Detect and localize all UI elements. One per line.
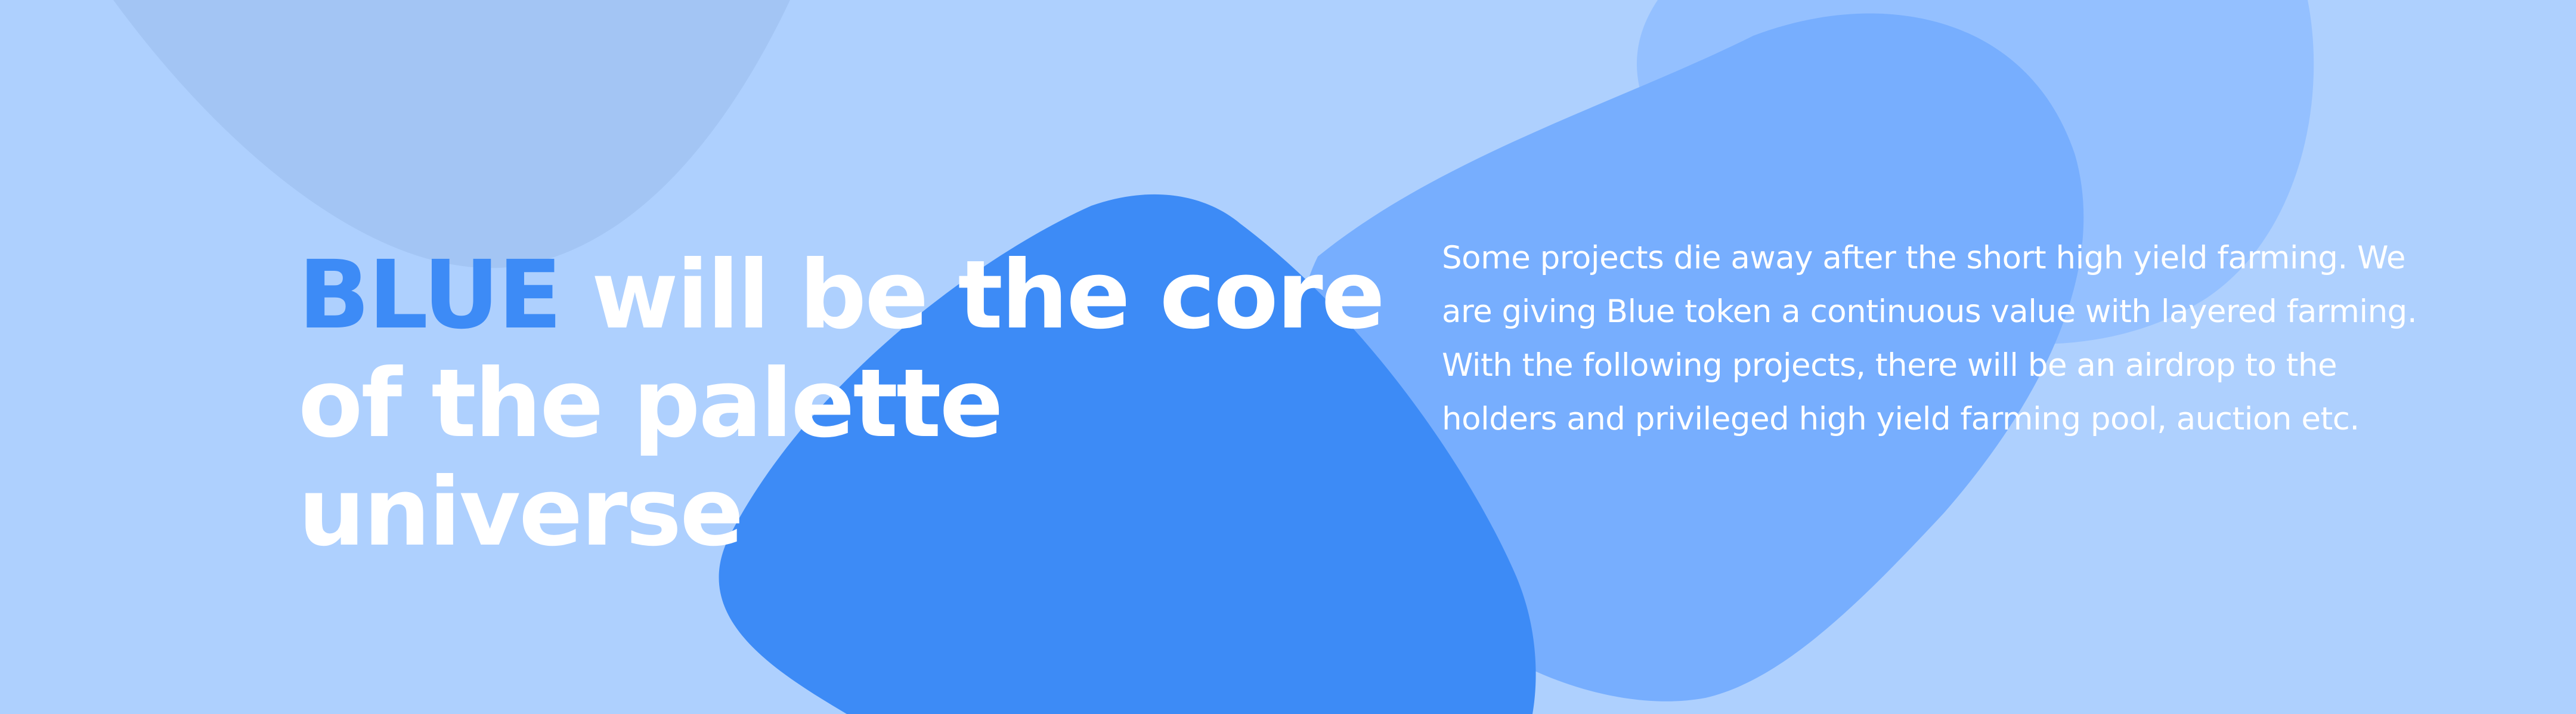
headline: BLUE will be the core of the palette uni… [298, 241, 1431, 567]
description-paragraph: Some projects die away after the short h… [1442, 240, 2417, 437]
headline-accent: BLUE [298, 240, 562, 350]
blob-top-left [113, 0, 790, 268]
